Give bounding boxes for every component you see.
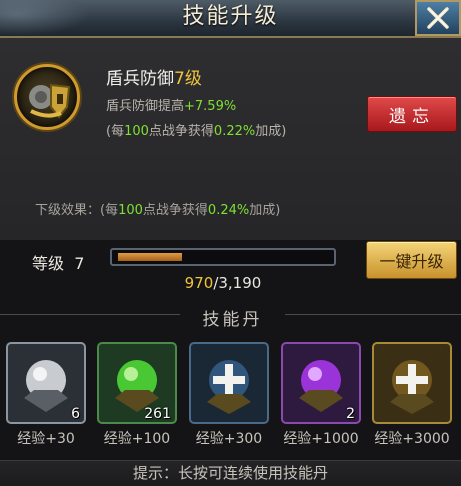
- bonus-prefix: (每: [106, 124, 125, 139]
- pill-exp-label: 经验+30: [17, 431, 75, 447]
- next-prefix: 下级效果：(每: [35, 203, 119, 218]
- skill-level-text: 7级: [174, 69, 202, 89]
- pill-item-blue[interactable]: [189, 342, 269, 424]
- pill-item-silver[interactable]: 6: [6, 342, 86, 424]
- skill-bonus-line: (每100点战争获得0.22%加成): [106, 120, 286, 139]
- pill-exp-label: 经验+1000: [283, 431, 359, 447]
- bonus-num: 100: [124, 124, 149, 139]
- pill-count: 261: [144, 406, 171, 422]
- exp-progress-text: 970/3,190: [110, 274, 336, 292]
- level-label-text: 等级: [32, 254, 65, 273]
- skill-effect-text: 盾兵防御提高: [106, 99, 185, 114]
- one-key-upgrade-button[interactable]: 一键升级: [366, 241, 457, 279]
- pill-list: 6 261 2 经验+30 经验+100 经验+300 经验+1000 经验+3…: [0, 340, 461, 450]
- level-label: 等级 7: [32, 250, 84, 274]
- close-button[interactable]: [415, 0, 461, 36]
- page-title: 技能升级: [182, 4, 279, 29]
- hint-text: 提示：长按可连续使用技能丹: [0, 460, 461, 486]
- pill-count: 2: [346, 406, 355, 422]
- pill-exp-label: 经验+100: [103, 431, 171, 447]
- section-divider-left: [0, 314, 180, 315]
- section-divider-right: [285, 314, 461, 315]
- forget-button[interactable]: 遗忘: [367, 96, 457, 132]
- close-icon: [427, 7, 449, 29]
- next-suffix: 加成): [249, 203, 281, 218]
- exp-progress-fill: [118, 253, 182, 261]
- blue-pill-icon: [189, 342, 269, 424]
- next-level-effect: 下级效果：(每100点战争获得0.24%加成): [35, 199, 280, 218]
- skill-effect: 盾兵防御提高+7.59%: [106, 95, 236, 114]
- level-value: 7: [74, 254, 85, 273]
- pills-section-title: 技能丹: [202, 310, 263, 330]
- pill-item-gold[interactable]: [372, 342, 452, 424]
- shield-icon: [29, 83, 71, 119]
- next-mid: 点战争获得: [142, 203, 208, 218]
- gold-pill-icon: [372, 342, 452, 424]
- bonus-mid: 点战争获得: [148, 124, 214, 139]
- next-num: 100: [118, 203, 143, 218]
- pill-count: 6: [71, 406, 80, 422]
- skill-name: 盾兵防御7级: [106, 64, 202, 89]
- exp-max: 3,190: [218, 274, 262, 292]
- exp-current: 970: [184, 274, 214, 292]
- skill-name-text: 盾兵防御: [106, 69, 174, 89]
- title-bar: 技能升级: [0, 0, 461, 38]
- exp-progress-bar: [110, 248, 336, 266]
- pill-item-purple[interactable]: 2: [281, 342, 361, 424]
- pill-exp-label: 经验+3000: [374, 431, 450, 447]
- skill-effect-value: +7.59%: [184, 99, 237, 114]
- bonus-pct: 0.22%: [213, 124, 256, 139]
- bonus-suffix: 加成): [255, 124, 287, 139]
- pill-item-green[interactable]: 261: [97, 342, 177, 424]
- shield-soldier-skill-icon: [14, 64, 80, 130]
- pill-exp-label: 经验+300: [195, 431, 263, 447]
- next-pct: 0.24%: [207, 203, 250, 218]
